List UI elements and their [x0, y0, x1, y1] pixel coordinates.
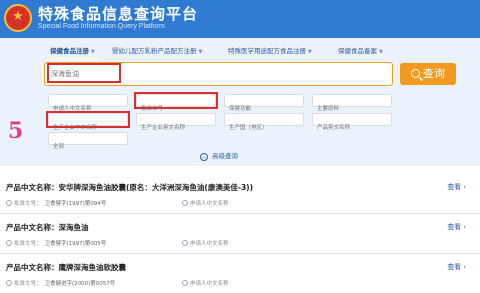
- result-title[interactable]: 产品中文名称：深海鱼油: [6, 222, 89, 233]
- tab-health-food-registration[interactable]: 保健食品注册 ▼: [50, 45, 95, 55]
- approval-info: 批准文号： 卫食健字(1997)第094号: [6, 199, 106, 207]
- view-link[interactable]: 查看 ›: [447, 182, 466, 192]
- highlight-mark-search: [47, 63, 121, 83]
- chevron-down-icon: ▼: [379, 49, 383, 55]
- active-tab-indicator: [50, 58, 98, 60]
- approval-info: 批准文号： 卫食健进字(2000)第0057号: [6, 279, 115, 287]
- result-title[interactable]: 产品中文名称：安华牌深海鱼油胶囊(原名：大洋洲深海鱼油(康澳美佳-3)): [6, 182, 253, 193]
- chevron-right-icon: ›: [463, 263, 466, 271]
- annotation-number: 5: [8, 118, 24, 144]
- all-field[interactable]: [48, 132, 128, 153]
- result-item[interactable]: 产品中文名称：安华牌深海鱼油胶囊(原名：大洋洲深海鱼油(康澳美佳-3)) 查看 ›…: [0, 178, 480, 214]
- chevron-up-icon: ︿: [200, 153, 208, 161]
- applicant-info: 申请人中文名称: [182, 199, 229, 207]
- search-panel: 保健食品注册 ▼ 婴幼儿配方乳粉产品配方注册 ▼ 特殊医学用途配方食品注册 ▼ 保健食…: [0, 38, 480, 166]
- result-item[interactable]: 产品中文名称：深海鱼油 查看 › 批准文号： 卫食健字(1997)第005号 申请人…: [0, 218, 480, 254]
- view-link[interactable]: 查看 ›: [447, 222, 466, 232]
- approval-info: 批准文号： 卫食健字(1997)第005号: [6, 239, 106, 247]
- chevron-right-icon: ›: [463, 223, 466, 231]
- national-emblem-icon: ★: [4, 4, 32, 32]
- document-icon: [6, 240, 12, 246]
- user-icon: [182, 280, 188, 286]
- category-tabs: 保健食品注册 ▼ 婴幼儿配方乳粉产品配方注册 ▼ 特殊医学用途配方食品注册 ▼ 保健食…: [0, 42, 480, 60]
- product-en-field[interactable]: [312, 113, 392, 134]
- site-title: 特殊食品信息查询平台: [38, 5, 199, 23]
- applicant-info: 申请人中文名称: [182, 279, 229, 287]
- highlight-mark-manufacturer: [46, 111, 130, 128]
- site-subtitle: Special Food Information Query Platform: [38, 23, 165, 30]
- chevron-down-icon: ▼: [198, 49, 203, 55]
- producer-country-field[interactable]: [224, 113, 304, 134]
- user-icon: [182, 200, 188, 206]
- applicant-info: 申请人中文名称: [182, 239, 229, 247]
- document-icon: [6, 200, 12, 206]
- result-title[interactable]: 产品中文名称：鹰牌深海鱼油软胶囊: [6, 262, 126, 273]
- search-button[interactable]: 查询: [400, 63, 456, 85]
- search-icon: [411, 69, 420, 78]
- highlight-mark-approval: [134, 92, 218, 109]
- health-function-field[interactable]: [224, 94, 304, 115]
- user-icon: [182, 240, 188, 246]
- result-item[interactable]: 产品中文名称：鹰牌深海鱼油软胶囊 查看 › 批准文号： 卫食健进字(2000)第00…: [0, 258, 480, 293]
- chevron-down-icon: ▼: [308, 49, 312, 55]
- tab-infant-formula-registration[interactable]: 婴幼儿配方乳粉产品配方注册 ▼: [112, 45, 202, 55]
- manufacturer-en-field[interactable]: [136, 113, 216, 134]
- tab-health-food-filing[interactable]: 保健食品备案 ▼: [338, 45, 383, 55]
- site-header: ★ 特殊食品信息查询平台 Special Food Information Qu…: [0, 0, 480, 38]
- tab-medical-food-registration[interactable]: 特殊医学用途配方食品注册 ▼: [228, 45, 312, 55]
- document-icon: [6, 280, 12, 286]
- chevron-right-icon: ›: [463, 183, 466, 191]
- advanced-search-toggle[interactable]: ︿ 高级查询: [200, 150, 238, 161]
- view-link[interactable]: 查看 ›: [447, 262, 466, 272]
- applicant-cn-field[interactable]: [48, 94, 128, 115]
- main-material-field[interactable]: [312, 94, 392, 115]
- chevron-down-icon: ▼: [91, 49, 95, 55]
